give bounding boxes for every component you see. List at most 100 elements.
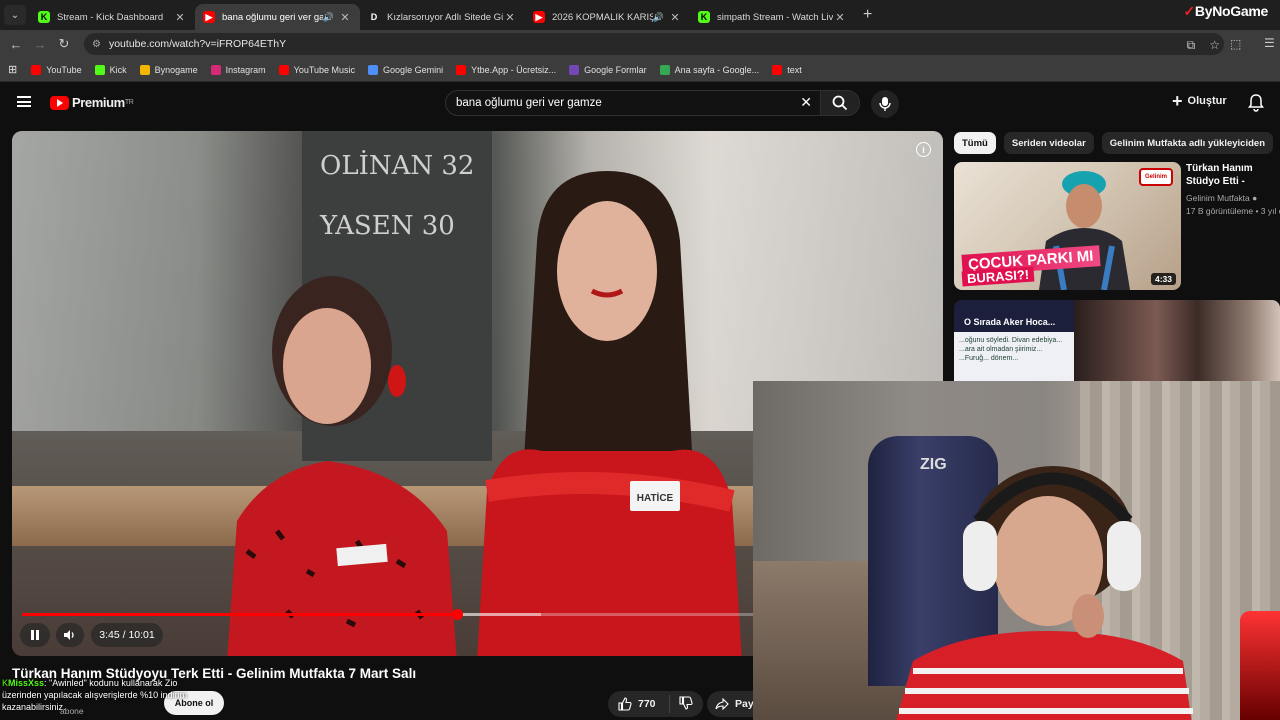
browser-tab[interactable]: ▶ 2026 KOPMALIK KARIŞIK R🔊 ✕ <box>525 4 690 30</box>
time-text: 3:45 / 10:01 <box>99 629 155 641</box>
like-button[interactable]: 770 <box>608 695 670 713</box>
bookmark-item[interactable]: Ana sayfa - Google... <box>659 64 760 75</box>
thumbnail-2-header: O Sırada Aker Hoca... <box>964 317 1056 327</box>
notifications-bell-icon[interactable] <box>1248 94 1264 117</box>
recommended-meta[interactable]: Türkan Hanım Stüdyo Etti - Gelinim Mutfa… <box>1186 162 1280 216</box>
site-info-icon[interactable]: ⚙ <box>92 39 101 50</box>
search-button[interactable] <box>820 90 860 116</box>
new-tab-button[interactable]: + <box>863 6 872 24</box>
bookmark-item[interactable]: Ytbe.App - Ücretsiz... <box>456 64 557 75</box>
chat-message-line3: kazanabilirsiniz. <box>2 702 66 712</box>
filter-chip[interactable]: Gelinim Mutfakta adlı yükleyiciden <box>1101 132 1273 154</box>
video-person-left <box>227 276 457 656</box>
bynogame-watermark: ✓ByNoGame <box>1183 3 1268 19</box>
create-button[interactable]: + Oluştur <box>1172 92 1227 110</box>
tab-favicon-icon: ▶ <box>533 11 545 23</box>
bookmark-item[interactable]: Google Formlar <box>569 64 647 75</box>
time-display: 3:45 / 10:01 <box>91 623 163 647</box>
thumbs-up-icon <box>618 697 632 711</box>
bookmark-item[interactable]: YouTube <box>31 64 82 75</box>
browser-tab[interactable]: D Kızlarsoruyor Adlı Sitede Güzel✕ <box>360 4 525 30</box>
bookmark-item[interactable]: text <box>772 64 802 75</box>
voice-search-button[interactable] <box>871 90 899 118</box>
bookmark-favicon-icon <box>210 64 221 75</box>
tab-audio-icon[interactable]: 🔊 <box>653 12 664 23</box>
recommended-thumbnail[interactable]: Gelinim ÇOCUK PARKI MI BURASI?! 4:33 <box>954 162 1181 290</box>
cast-icon[interactable]: ⧉ <box>1187 38 1196 53</box>
bookmark-favicon-icon <box>278 64 289 75</box>
red-led-light <box>1240 611 1280 720</box>
tab-favicon-icon: ▶ <box>203 11 215 23</box>
youtube-premium-logo[interactable]: Premium TR <box>50 95 134 110</box>
bookmark-label: Kick <box>109 64 127 75</box>
bookmark-favicon-icon <box>772 64 783 75</box>
reload-button[interactable]: ↻ <box>52 36 76 52</box>
youtube-play-icon <box>50 95 69 110</box>
volume-icon <box>64 630 74 640</box>
browser-tab[interactable]: K Stream - Kick Dashboard ✕ <box>30 4 195 30</box>
close-tab-icon[interactable]: ✕ <box>833 11 847 24</box>
video-info-icon[interactable]: i <box>916 142 931 157</box>
bookmark-label: Google Formlar <box>584 64 647 75</box>
stream-chat-overlay: KMissXss: "Awinled" kodunu kullanarak Zi… <box>2 677 187 713</box>
browser-tab[interactable]: ▶ bana oğlumu geri ver gamze🔊 ✕ <box>195 4 360 30</box>
like-count: 770 <box>638 698 656 710</box>
bookmark-label: Ytbe.App - Ücretsiz... <box>471 64 557 75</box>
url-text: youtube.com/watch?v=iFROP64EThY <box>108 38 287 50</box>
pause-icon <box>31 630 39 640</box>
search-input[interactable]: bana oğlumu geri ver gamze ✕ <box>445 90 821 116</box>
bookmark-item[interactable]: YouTube Music <box>278 64 356 75</box>
tab-audio-icon[interactable]: 🔊 <box>323 12 334 23</box>
chat-message: : "Awinled" kodunu kullanarak Zio <box>44 678 178 688</box>
recommended-title: Türkan Hanım Stüdyo Etti - Gelinim Mutfa… <box>1186 163 1253 187</box>
bookmark-label: YouTube Music <box>293 64 356 75</box>
filter-chip[interactable]: Seriden videolar <box>1003 132 1094 154</box>
tab-title: simpath Stream - Watch Live o <box>717 11 833 23</box>
progress-scrubber-handle[interactable] <box>451 609 463 620</box>
logo-text: Premium <box>72 95 125 110</box>
bookmark-label: Bynogame <box>154 64 198 75</box>
dislike-button[interactable] <box>670 695 702 713</box>
volume-button[interactable] <box>56 623 84 647</box>
close-tab-icon[interactable]: ✕ <box>338 11 352 24</box>
filter-chips: Tümü Seriden videolar Gelinim Mutfakta adl… <box>954 132 1273 154</box>
thumbs-down-icon <box>679 695 693 710</box>
verified-badge-icon: ● <box>1252 193 1258 203</box>
logo-region: TR <box>124 99 134 106</box>
progress-played <box>22 613 457 616</box>
tab-favicon-icon: K <box>38 11 50 23</box>
bookmark-label: Ana sayfa - Google... <box>674 64 760 75</box>
youtube-header: Premium TR bana oğlumu geri ver gamze ✕ +… <box>0 82 1280 126</box>
menu-icon[interactable] <box>17 96 31 107</box>
recommended-thumbnail-2[interactable]: O Sırada Aker Hoca... ...oğunu söyledi. … <box>954 300 1280 381</box>
bookmark-star-icon[interactable]: ☆ <box>1209 38 1220 53</box>
tab-search-button[interactable]: ⌄ <box>4 5 26 25</box>
bookmark-item[interactable]: Google Gemini <box>368 64 443 75</box>
bookmark-label: text <box>787 64 802 75</box>
search-icon <box>832 95 848 111</box>
back-button[interactable]: ← <box>4 37 28 52</box>
bookmark-favicon-icon <box>94 64 105 75</box>
bookmark-item[interactable]: Instagram <box>210 64 266 75</box>
thumbnail-person <box>1039 171 1130 290</box>
bookmark-item[interactable]: Kick <box>94 64 127 75</box>
url-field[interactable]: ⚙ youtube.com/watch?v=iFROP64EThY ⧉ ☆ <box>84 33 1224 55</box>
name-tag-text: HATİCE <box>637 491 674 504</box>
apps-grid-icon[interactable]: ⊞ <box>8 63 17 76</box>
sidebar-icon[interactable]: ☰ <box>1264 36 1275 50</box>
pause-button[interactable] <box>20 623 50 647</box>
close-tab-icon[interactable]: ✕ <box>503 11 517 24</box>
clear-search-icon[interactable]: ✕ <box>800 94 812 111</box>
share-label: Pay <box>735 698 754 710</box>
forward-button[interactable]: → <box>28 37 52 52</box>
browser-tab-bar: ⌄ K Stream - Kick Dashboard ✕ ▶ bana oğlumu … <box>0 0 1280 30</box>
bookmark-item[interactable]: Bynogame <box>139 64 198 75</box>
channel-logo: Gelinim <box>1139 168 1173 186</box>
browser-tab[interactable]: Ksimpath Stream - Watch Live o✕ <box>690 4 855 30</box>
close-tab-icon[interactable]: ✕ <box>668 11 682 24</box>
microphone-icon <box>879 97 891 111</box>
extensions-icon[interactable]: ⬚ <box>1230 37 1241 51</box>
close-tab-icon[interactable]: ✕ <box>173 11 187 24</box>
filter-chip[interactable]: Tümü <box>954 132 996 154</box>
thumbnail-2-paper: ...oğunu söyledi. Divan edebiya... ...ar… <box>954 332 1074 381</box>
